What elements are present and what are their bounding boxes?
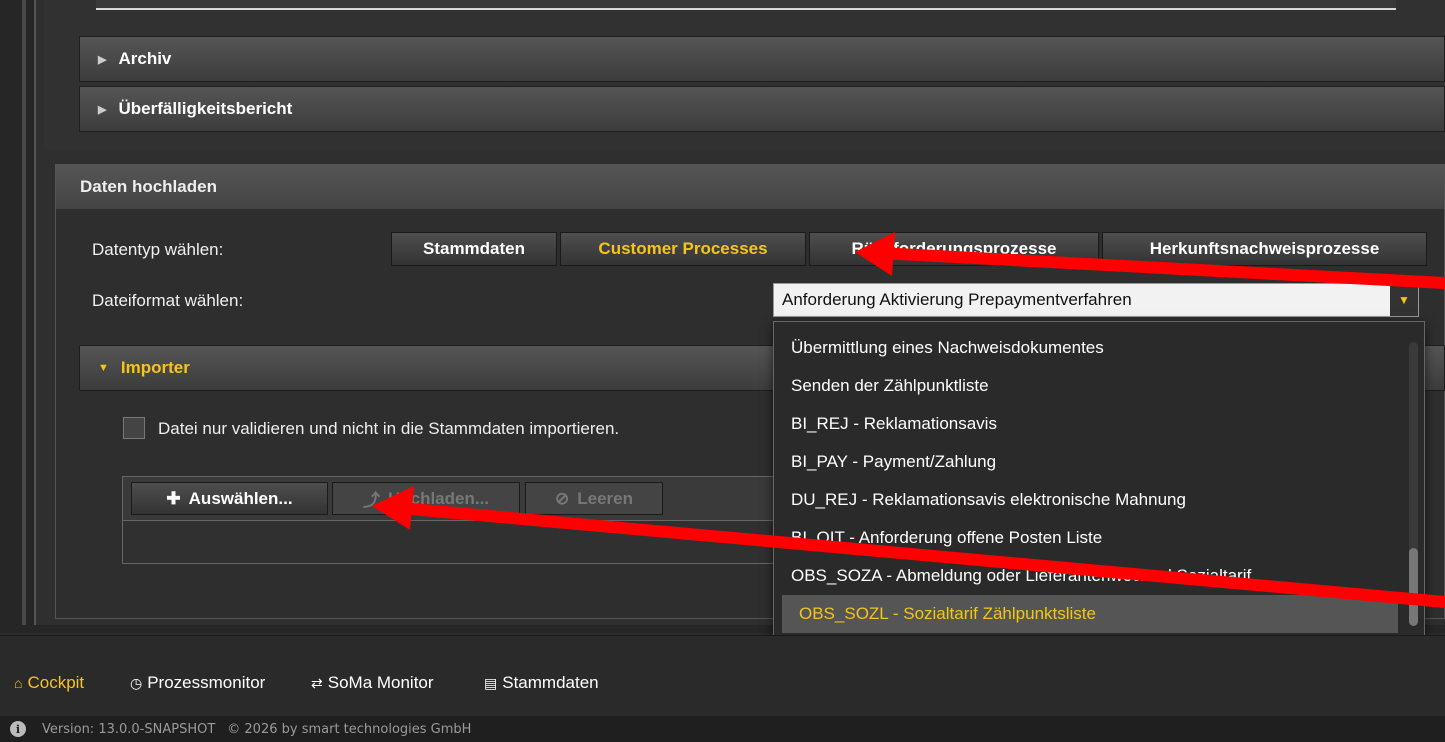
dropdown-option-label: DU_REJ - Reklamationsavis elektronische …	[791, 490, 1186, 509]
tab-customer-processes[interactable]: Customer Processes	[560, 232, 806, 266]
validate-only-label: Datei nur validieren und nicht in die St…	[158, 419, 620, 438]
database-icon: ▤	[484, 674, 498, 691]
datatype-label: Datentyp wählen:	[92, 240, 224, 259]
nav-soma-monitor-label: SoMa Monitor	[327, 673, 434, 692]
dropdown-option-label: OBS_SOZL - Sozialtarif Zählpunktsliste	[799, 604, 1096, 623]
footer-navigation: ⌂ Cockpit ◷ Prozessmonitor ⇄ SoMa Monito…	[0, 635, 1445, 715]
dropdown-option-label: Übermittlung eines Nachweisdokumentes	[791, 338, 1104, 357]
fileformat-select[interactable]: Anforderung Aktivierung Prepaymentverfah…	[773, 283, 1419, 317]
uploader-toolbar: ✚ Auswählen... ⤴ Hochladen... ⊘ Leeren	[123, 477, 781, 521]
upload-button-label: Hochladen...	[387, 488, 490, 508]
accordion-archiv[interactable]: ▶ Archiv	[79, 36, 1445, 82]
main-frame: ▶ Archiv ▶ Überfälligkeitsbericht Daten …	[0, 0, 1445, 642]
fileformat-selected-value: Anforderung Aktivierung Prepaymentverfah…	[782, 290, 1132, 309]
version-text: Version: 13.0.0-SNAPSHOT	[42, 721, 216, 737]
upload-button[interactable]: ⤴ Hochladen...	[332, 482, 520, 515]
accordion-archiv-label: Archiv	[118, 49, 172, 68]
caret-down-icon: ▼	[98, 362, 109, 374]
validate-only-checkbox[interactable]	[123, 417, 145, 439]
home-icon: ⌂	[14, 675, 23, 691]
nav-cockpit-label: Cockpit	[27, 673, 85, 692]
upload-panel-header: Daten hochladen	[56, 165, 1444, 209]
dropdown-option[interactable]: BI_OIT - Anforderung offene Posten Liste	[774, 519, 1406, 557]
dropdown-option[interactable]: DU_REJ - Reklamationsavis elektronische …	[774, 481, 1406, 519]
tab-rueckforderungsprozesse[interactable]: Rückforderungsprozesse	[809, 232, 1099, 266]
dropdown-option[interactable]: BI_REJ - Reklamationsavis	[774, 405, 1406, 443]
dropdown-option[interactable]: OBS_SOZA - Abmeldung oder Lieferantenwec…	[774, 557, 1406, 595]
fileformat-label: Dateiformat wählen:	[92, 291, 244, 310]
tab-herkunftsnachweisprozesse[interactable]: Herkunftsnachweisprozesse	[1102, 232, 1427, 266]
nav-prozessmonitor[interactable]: ◷ Prozessmonitor	[130, 673, 265, 693]
dropdown-option-label: Senden der Zählpunktliste	[791, 376, 989, 395]
dropdown-option-selected[interactable]: OBS_SOZL - Sozialtarif Zählpunktsliste	[782, 595, 1398, 633]
clock-icon: ◷	[130, 674, 143, 691]
caret-right-icon: ▶	[98, 53, 107, 66]
nav-stammdaten-label: Stammdaten	[502, 673, 599, 692]
importer-title: Importer	[120, 358, 190, 377]
plus-icon: ✚	[166, 488, 181, 508]
upload-arrow-icon: ⤴	[362, 491, 380, 510]
dropdown-scrollbar-thumb[interactable]	[1409, 548, 1418, 626]
copyright-text: © 2026 by smart technologies GmbH	[227, 721, 472, 737]
dropdown-option[interactable]: Senden der Zählpunktliste	[774, 367, 1406, 405]
file-uploader: ✚ Auswählen... ⤴ Hochladen... ⊘ Leeren	[122, 476, 782, 564]
clear-button[interactable]: ⊘ Leeren	[525, 482, 663, 515]
dropdown-option-label: BI_REJ - Reklamationsavis	[791, 414, 997, 433]
caret-right-icon: ▶	[98, 103, 107, 116]
nav-soma-monitor[interactable]: ⇄ SoMa Monitor	[311, 673, 434, 693]
select-file-button[interactable]: ✚ Auswählen...	[131, 482, 328, 515]
nav-stammdaten[interactable]: ▤ Stammdaten	[484, 673, 599, 693]
left-rail	[22, 0, 26, 625]
tab-herkunftsnachweisprozesse-label: Herkunftsnachweisprozesse	[1149, 239, 1380, 258]
status-bar: i Version: 13.0.0-SNAPSHOT © 2026 by sma…	[0, 716, 1445, 742]
tab-stammdaten[interactable]: Stammdaten	[391, 232, 557, 266]
fileformat-dropdown-list: Übermittlung eines Nachweisdokumentes Se…	[773, 321, 1425, 642]
dropdown-option-label: BI_OIT - Anforderung offene Posten Liste	[791, 528, 1103, 547]
select-file-label: Auswählen...	[188, 488, 293, 508]
tab-customer-processes-label: Customer Processes	[598, 239, 768, 258]
tab-stammdaten-label: Stammdaten	[422, 239, 526, 258]
accordion-overdue-label: Überfälligkeitsbericht	[118, 99, 293, 118]
dropdown-option[interactable]: BI_PAY - Payment/Zahlung	[774, 443, 1406, 481]
dropdown-option-label: OBS_SOZA - Abmeldung oder Lieferantenwec…	[791, 566, 1252, 585]
upload-panel-title: Daten hochladen	[80, 177, 217, 196]
info-icon: i	[10, 721, 26, 737]
accordion-overdue-report[interactable]: ▶ Überfälligkeitsbericht	[79, 86, 1445, 132]
chevron-down-icon[interactable]: ▼	[1390, 284, 1418, 316]
top-input-bar	[96, 0, 1396, 10]
nav-prozessmonitor-label: Prozessmonitor	[147, 673, 266, 692]
cancel-icon: ⊘	[555, 488, 570, 508]
exchange-icon: ⇄	[311, 674, 323, 691]
dropdown-option-label: BI_PAY - Payment/Zahlung	[791, 452, 997, 471]
clear-button-label: Leeren	[577, 488, 633, 508]
nav-cockpit[interactable]: ⌂ Cockpit	[14, 673, 84, 693]
tab-rueckforderungsprozesse-label: Rückforderungsprozesse	[851, 239, 1057, 258]
dropdown-option[interactable]: Übermittlung eines Nachweisdokumentes	[774, 329, 1406, 367]
